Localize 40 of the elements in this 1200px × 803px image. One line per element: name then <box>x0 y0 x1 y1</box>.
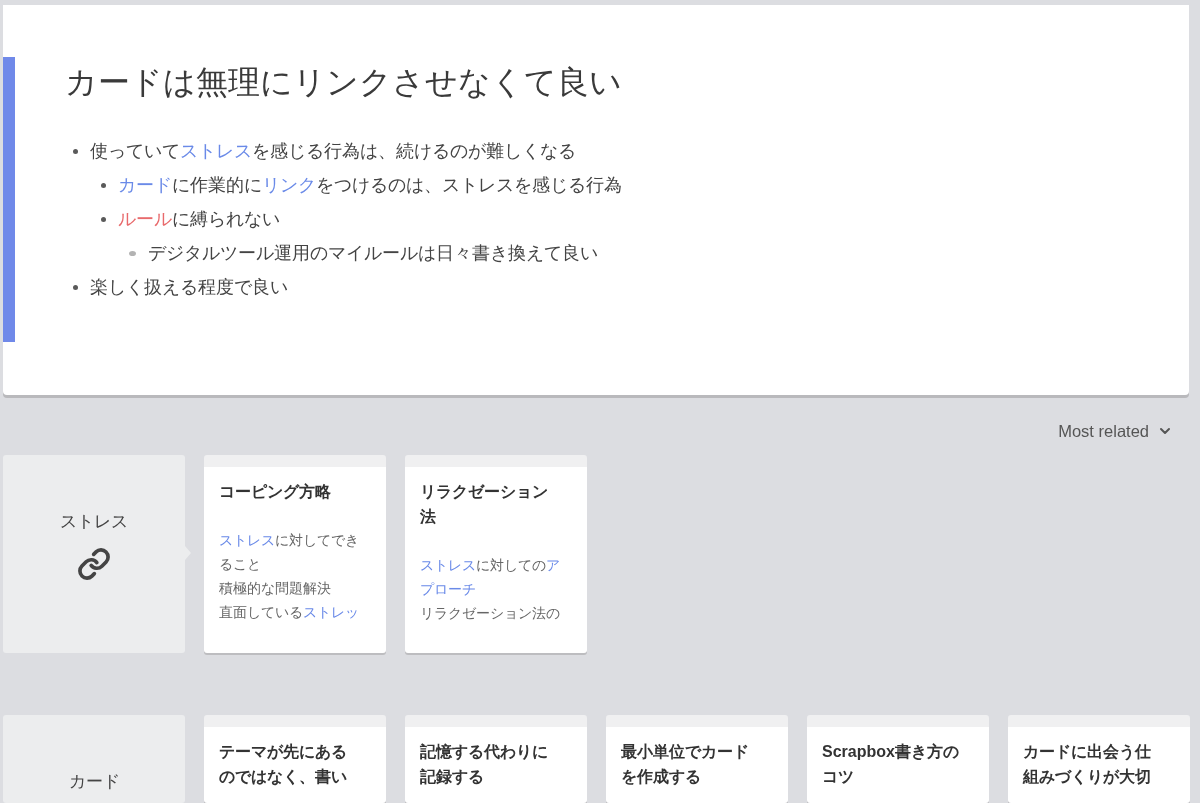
card-summary: ストレス に対してでき ること 積極的な問題解決 直面している ストレッ <box>219 531 359 622</box>
page-card[interactable]: 記憶する代わりに記録する <box>405 715 587 803</box>
page-link[interactable]: ストレス <box>180 141 252 161</box>
card-title: Scrapbox書き方のコツ <box>822 742 960 787</box>
page-link[interactable]: ア <box>546 557 560 573</box>
bullet-icon <box>73 284 78 290</box>
card-title: テーマが先にあるのではなく、書い <box>219 742 348 788</box>
bullet-icon <box>129 250 136 256</box>
card-title: コーピング方略 <box>219 482 332 502</box>
bullet-icon <box>101 182 106 188</box>
page-link[interactable]: ストレッ <box>303 604 359 620</box>
bullet-icon <box>101 216 106 222</box>
tile-label: ストレス <box>60 511 128 532</box>
bullet-text: 使っていてストレス を感じる行為は、続けるのが難しくなる <box>90 140 576 163</box>
card-summary: ストレス に対してのア プローチ リラクゼーション法の <box>420 556 560 623</box>
card-title: リラクゼーション法 <box>420 482 549 527</box>
page-card[interactable]: 最小単位でカードを作成する <box>606 715 788 803</box>
empty-page-link[interactable]: ルール <box>118 209 172 229</box>
page-card[interactable]: リラクゼーション法 ストレス に対してのア プローチ リラクゼーション法の <box>405 455 587 653</box>
page-link[interactable]: ストレス <box>420 557 476 573</box>
bullet-text: ルールに縛られない <box>118 208 280 231</box>
sort-button[interactable]: Most related <box>1058 419 1173 443</box>
page-card[interactable]: コーピング方略 ストレス に対してでき ること 積極的な問題解決 直面している ストレッ <box>204 455 386 653</box>
bullet-icon <box>73 148 78 154</box>
page-card[interactable]: テーマが先にあるのではなく、書い <box>204 715 386 803</box>
page-card[interactable]: カードに出会う仕組みづくりが大切 <box>1008 715 1190 803</box>
card-title: 最小単位でカードを作成する <box>621 742 750 787</box>
tile-label: カード <box>68 771 120 792</box>
card-title: カードに出会う仕組みづくりが大切 <box>1023 742 1152 787</box>
page-link[interactable]: ストレス <box>219 532 275 548</box>
page-link[interactable]: カード <box>118 175 172 195</box>
chain-link-icon <box>77 547 111 581</box>
page-card[interactable]: Scrapbox書き方のコツ <box>807 715 989 803</box>
page-link[interactable]: リンク <box>262 175 316 195</box>
bullet-text: カードに作業的に リンク をつけるのは、ストレスを感じる行為 <box>118 174 622 197</box>
bullet-text: 楽しく扱える程度で良い <box>90 276 288 299</box>
page-link[interactable]: プローチ <box>420 581 476 597</box>
bullet-text: デジタルツール運用のマイルールは日々書き換えて良い <box>148 242 598 265</box>
page-title: カードは無理にリンクさせなくて良い <box>65 63 622 102</box>
card-title: 記憶する代わりに記録する <box>420 742 549 787</box>
